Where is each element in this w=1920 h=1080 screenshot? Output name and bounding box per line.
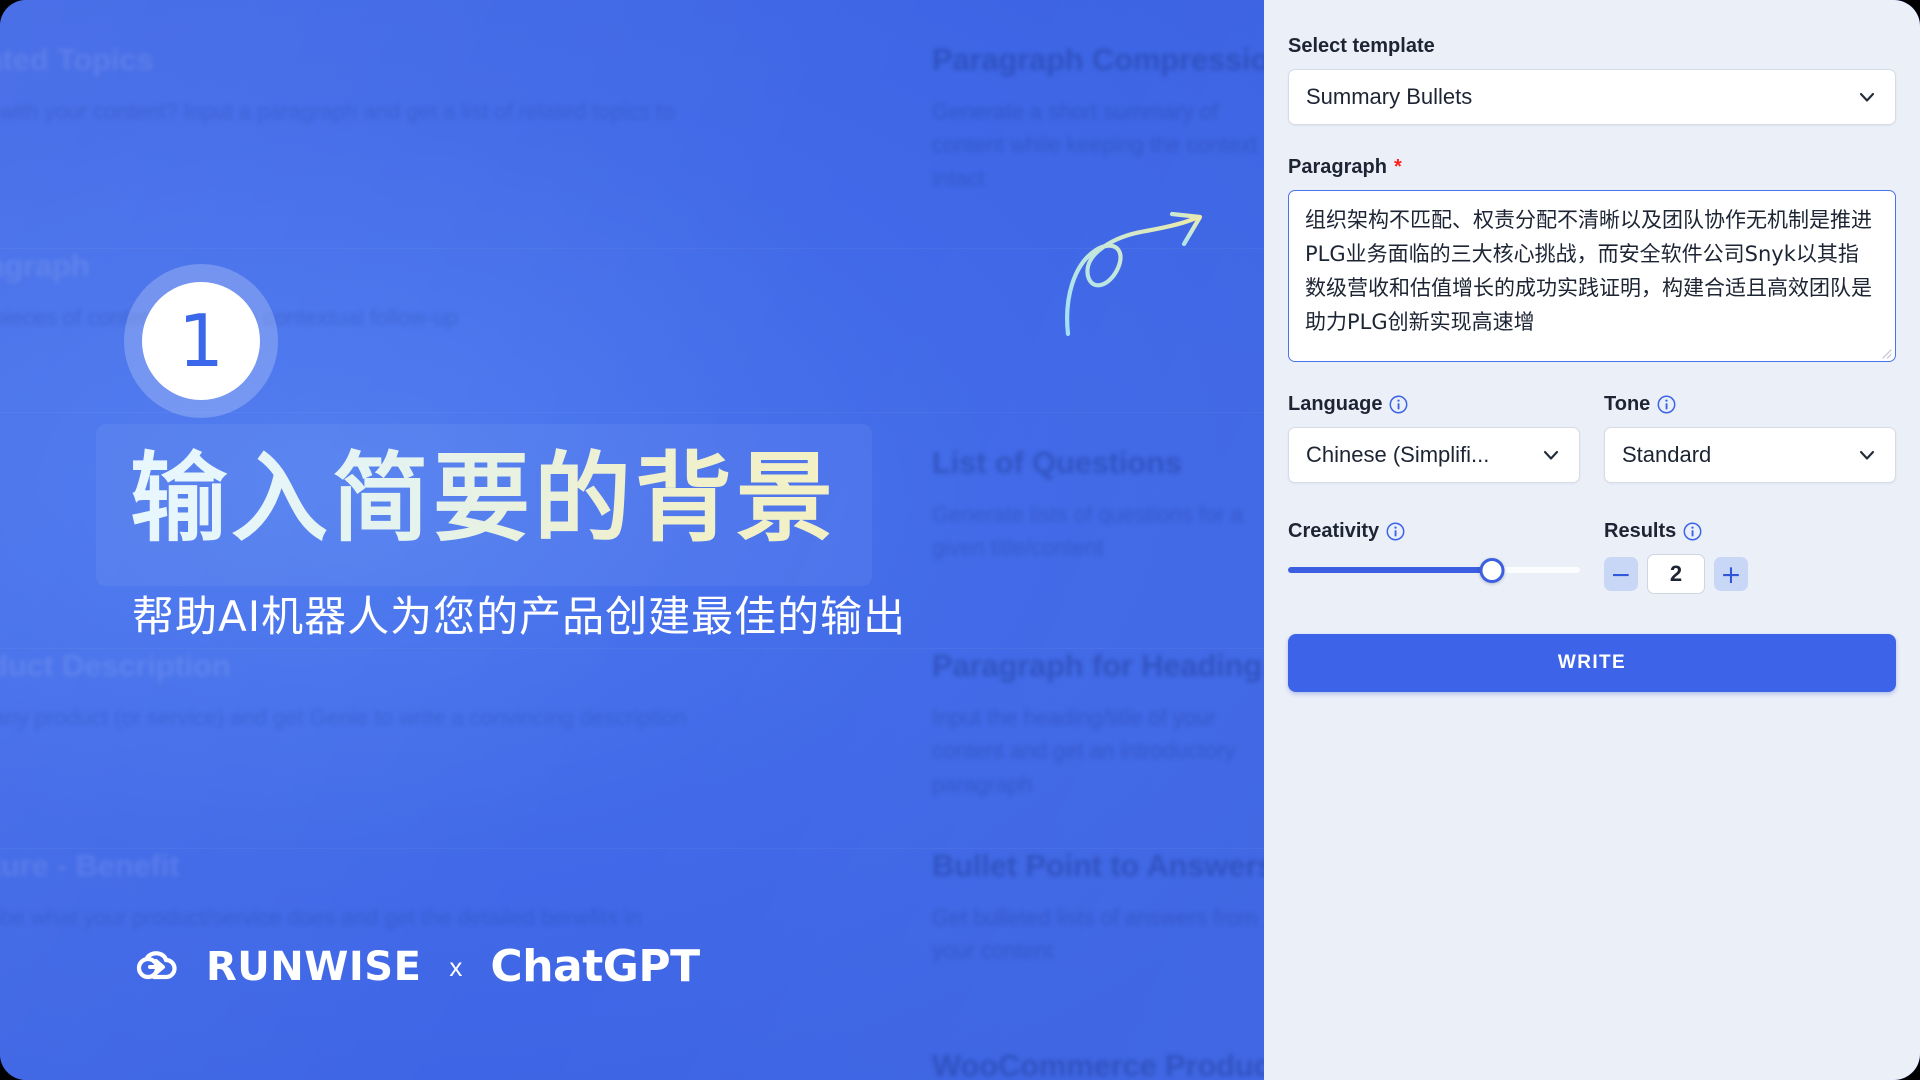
resize-grip-icon[interactable]	[1878, 345, 1892, 359]
brand-name: RUNWISE	[206, 944, 422, 990]
language-select-value: Chinese (Simplifi...	[1306, 442, 1490, 467]
tone-label-text: Tone	[1604, 393, 1651, 415]
info-icon[interactable]	[1683, 522, 1702, 541]
results-decrement-button[interactable]: −	[1604, 557, 1638, 591]
slider-fill	[1288, 567, 1493, 573]
language-label: Language	[1288, 392, 1580, 416]
results-label-text: Results	[1604, 520, 1677, 542]
results-value[interactable]: 2	[1647, 554, 1705, 594]
info-icon[interactable]	[1389, 395, 1408, 414]
generator-panel: Select template Summary Bullets Paragrap…	[1264, 0, 1920, 1080]
chevron-down-icon	[1540, 444, 1562, 466]
tone-select[interactable]: Standard	[1604, 427, 1896, 483]
tone-field: Tone Standard	[1604, 392, 1896, 483]
template-label-text: Select template	[1288, 35, 1435, 57]
paragraph-textarea[interactable]: 组织架构不匹配、权责分配不清晰以及团队协作无机制是推进PLG业务面临的三大核心挑…	[1288, 190, 1896, 362]
step-number: 1	[178, 299, 224, 383]
page-subtitle: 帮助AI机器人为您的产品创建最佳的输出	[132, 592, 907, 641]
slider-thumb[interactable]	[1479, 557, 1505, 583]
paragraph-label: Paragraph *	[1288, 155, 1896, 179]
creativity-label-text: Creativity	[1288, 520, 1380, 542]
paragraph-field: Paragraph * 组织架构不匹配、权责分配不清晰以及团队协作无机制是推进P…	[1288, 155, 1896, 362]
tone-label: Tone	[1604, 392, 1896, 416]
partner-name: ChatGPT	[490, 941, 700, 992]
results-field: Results − 2 +	[1604, 519, 1896, 594]
language-select[interactable]: Chinese (Simplifi...	[1288, 427, 1580, 483]
paragraph-textarea-value: 组织架构不匹配、权责分配不清晰以及团队协作无机制是推进PLG业务面临的三大核心挑…	[1305, 208, 1872, 335]
template-select[interactable]: Summary Bullets	[1288, 69, 1896, 125]
results-stepper: − 2 +	[1604, 554, 1896, 594]
results-label: Results	[1604, 519, 1896, 543]
language-label-text: Language	[1288, 393, 1383, 415]
hero-section: 1 输入简要的背景 帮助AI机器人为您的产品创建最佳的输出 RUNWISE x …	[0, 0, 1264, 1080]
template-field: Select template Summary Bullets	[1288, 34, 1896, 125]
runwise-cloud-icon	[132, 947, 184, 987]
required-marker: *	[1393, 156, 1402, 178]
template-select-value: Summary Bullets	[1306, 84, 1473, 109]
paragraph-label-text: Paragraph	[1288, 156, 1387, 178]
brand-separator: x	[449, 952, 463, 982]
creativity-field: Creativity	[1288, 519, 1580, 594]
step-badge-inner: 1	[142, 282, 260, 400]
brand-lockup: RUNWISE x ChatGPT	[132, 945, 700, 989]
screenshot-root: Related Topics Stuck with your content? …	[0, 0, 1920, 1080]
chevron-down-icon	[1856, 86, 1878, 108]
creativity-slider[interactable]	[1288, 557, 1580, 583]
results-increment-button[interactable]: +	[1714, 557, 1748, 591]
template-label: Select template	[1288, 34, 1896, 58]
app-frame: Related Topics Stuck with your content? …	[0, 0, 1920, 1080]
write-button[interactable]: WRITE	[1288, 634, 1896, 692]
step-badge: 1	[124, 264, 278, 418]
creativity-label: Creativity	[1288, 519, 1580, 543]
page-title: 输入简要的背景	[130, 442, 837, 555]
creativity-results-row: Creativity Results − 2 +	[1288, 519, 1896, 594]
info-icon[interactable]	[1386, 522, 1405, 541]
language-tone-row: Language Chinese (Simplifi... Tone Stand…	[1288, 392, 1896, 483]
info-icon[interactable]	[1657, 395, 1676, 414]
chevron-down-icon	[1856, 444, 1878, 466]
language-field: Language Chinese (Simplifi...	[1288, 392, 1580, 483]
tone-select-value: Standard	[1622, 442, 1712, 467]
